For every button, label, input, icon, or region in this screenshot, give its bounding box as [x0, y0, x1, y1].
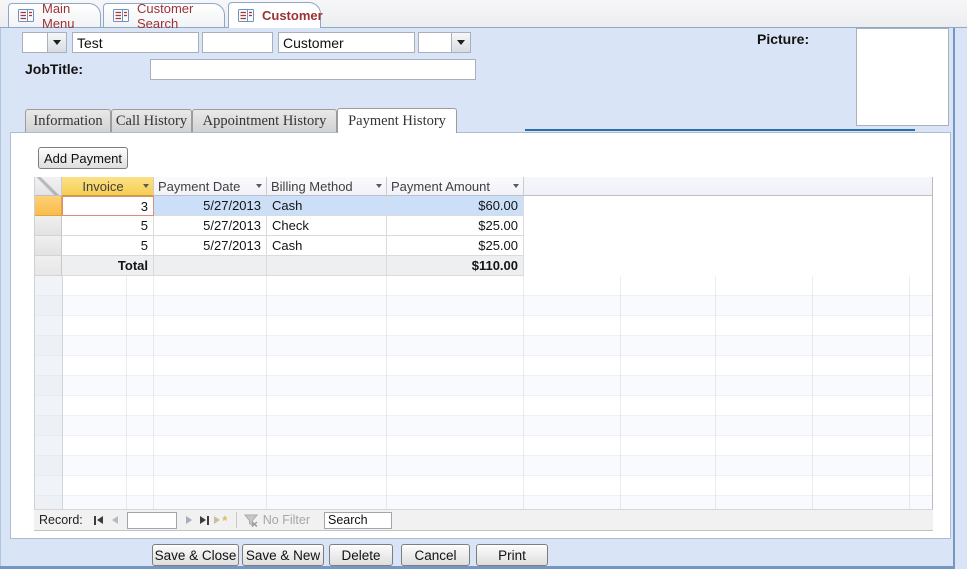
search-input[interactable]: [324, 512, 392, 529]
tab-label: Customer Search: [137, 1, 212, 31]
cell-billing-method[interactable]: Cash: [267, 236, 387, 256]
no-filter-label: No Filter: [263, 513, 310, 527]
column-header-payment-date[interactable]: Payment Date: [154, 177, 267, 196]
first-name-field[interactable]: [72, 32, 199, 53]
cell-payment-date[interactable]: 5/27/2013: [154, 196, 267, 216]
job-title-label: JobTitle:: [25, 61, 83, 77]
table-row: 5 5/27/2013 Cash $25.00: [35, 236, 932, 256]
subtab-label: Information: [33, 113, 102, 130]
cell-payment-amount[interactable]: $60.00: [387, 196, 524, 216]
middle-name-field[interactable]: [202, 32, 273, 53]
record-selector-current[interactable]: [35, 196, 62, 216]
save-new-button[interactable]: Save & New: [242, 544, 324, 566]
payments-datasheet: Invoice Payment Date Billing Method Paym…: [34, 177, 933, 509]
save-close-button[interactable]: Save & Close: [152, 544, 239, 566]
tab-customer[interactable]: Customer: [228, 2, 321, 28]
add-payment-button[interactable]: Add Payment: [38, 147, 128, 169]
last-record-icon[interactable]: [197, 512, 213, 528]
subtab-label: Call History: [116, 113, 187, 130]
title-combobox-value: [23, 33, 47, 52]
record-label: Record:: [39, 513, 83, 527]
window-border-left: [0, 28, 1, 566]
window-border-right: [953, 28, 955, 566]
column-filter-icon[interactable]: [376, 184, 382, 188]
column-filter-icon[interactable]: [513, 184, 519, 188]
tab-main-menu[interactable]: Main Menu: [8, 3, 101, 27]
row-filler: [524, 216, 932, 236]
total-empty-cell: [267, 256, 387, 276]
nav-tab-strip: Main Menu Customer Search Customer: [0, 0, 967, 28]
picture-label: Picture:: [757, 31, 809, 47]
tab-customer-search[interactable]: Customer Search: [103, 3, 225, 27]
record-selector: [35, 256, 62, 276]
chevron-down-icon: [53, 40, 61, 45]
subtab-label: Appointment History: [203, 113, 327, 130]
row-filler: [524, 236, 932, 256]
header-filler: [524, 177, 932, 196]
form-icon: [113, 9, 129, 22]
subtab-payment-history[interactable]: Payment History: [337, 108, 457, 133]
job-title-field[interactable]: [150, 59, 476, 80]
first-record-icon[interactable]: [91, 512, 107, 528]
chevron-down-icon: [457, 40, 465, 45]
cell-payment-date[interactable]: 5/27/2013: [154, 236, 267, 256]
cell-billing-method[interactable]: Check: [267, 216, 387, 236]
table-row: 3 5/27/2013 Cash $60.00: [35, 196, 932, 216]
delete-button[interactable]: Delete: [329, 544, 393, 566]
datasheet-header-row: Invoice Payment Date Billing Method Paym…: [35, 177, 932, 196]
table-total-row: Total $110.00: [35, 256, 932, 276]
cell-invoice[interactable]: 5: [62, 236, 154, 256]
cell-payment-amount[interactable]: $25.00: [387, 236, 524, 256]
row-filler: [524, 196, 932, 216]
customer-form-window: Main Menu Customer Search Customer JobTi…: [0, 0, 967, 569]
cell-billing-method[interactable]: Cash: [267, 196, 387, 216]
subtab-information[interactable]: Information: [25, 109, 111, 132]
no-filter-icon: [244, 514, 258, 527]
suffix-combobox-value: [419, 33, 451, 52]
no-filter-button[interactable]: No Filter: [244, 513, 310, 527]
title-combobox-button[interactable]: [47, 33, 66, 52]
total-amount: $110.00: [387, 256, 524, 276]
total-empty-cell: [154, 256, 267, 276]
total-label: Total: [62, 256, 154, 276]
column-header-payment-amount[interactable]: Payment Amount: [387, 177, 524, 196]
form-icon: [238, 9, 254, 22]
record-selector[interactable]: [35, 216, 62, 236]
tab-label: Main Menu: [42, 1, 88, 31]
tab-label: Customer: [262, 8, 323, 23]
cell-invoice[interactable]: 3: [62, 196, 154, 216]
record-selector[interactable]: [35, 236, 62, 256]
next-record-icon[interactable]: [181, 512, 197, 528]
suffix-combobox[interactable]: [418, 32, 471, 53]
title-combobox[interactable]: [22, 32, 67, 53]
subtab-appointment-history[interactable]: Appointment History: [192, 109, 337, 132]
payment-history-panel: Add Payment Invoice Payment Date Billing…: [10, 132, 951, 539]
column-header-billing-method[interactable]: Billing Method: [267, 177, 387, 196]
cell-payment-amount[interactable]: $25.00: [387, 216, 524, 236]
form-icon: [18, 9, 34, 22]
new-record-icon[interactable]: *: [213, 512, 229, 528]
cancel-button[interactable]: Cancel: [401, 544, 470, 566]
cell-invoice[interactable]: 5: [62, 216, 154, 236]
table-row: 5 5/27/2013 Check $25.00: [35, 216, 932, 236]
column-filter-icon[interactable]: [256, 184, 262, 188]
horizontal-divider-line: [525, 129, 915, 131]
print-button[interactable]: Print: [476, 544, 548, 566]
previous-record-icon[interactable]: [107, 512, 123, 528]
empty-grid-area: [35, 276, 933, 509]
row-filler: [524, 256, 932, 276]
picture-frame[interactable]: [856, 28, 949, 126]
record-navigation-bar: Record: * No Filter: [34, 509, 933, 531]
record-number-field[interactable]: [127, 512, 177, 529]
column-header-invoice[interactable]: Invoice: [62, 177, 154, 196]
select-all-icon[interactable]: [35, 177, 62, 196]
suffix-combobox-button[interactable]: [451, 33, 470, 52]
separator: [236, 512, 237, 528]
column-filter-icon[interactable]: [143, 184, 149, 188]
last-name-field[interactable]: [278, 32, 415, 53]
cell-payment-date[interactable]: 5/27/2013: [154, 216, 267, 236]
subtab-label: Payment History: [348, 113, 446, 130]
subtab-call-history[interactable]: Call History: [111, 109, 192, 132]
